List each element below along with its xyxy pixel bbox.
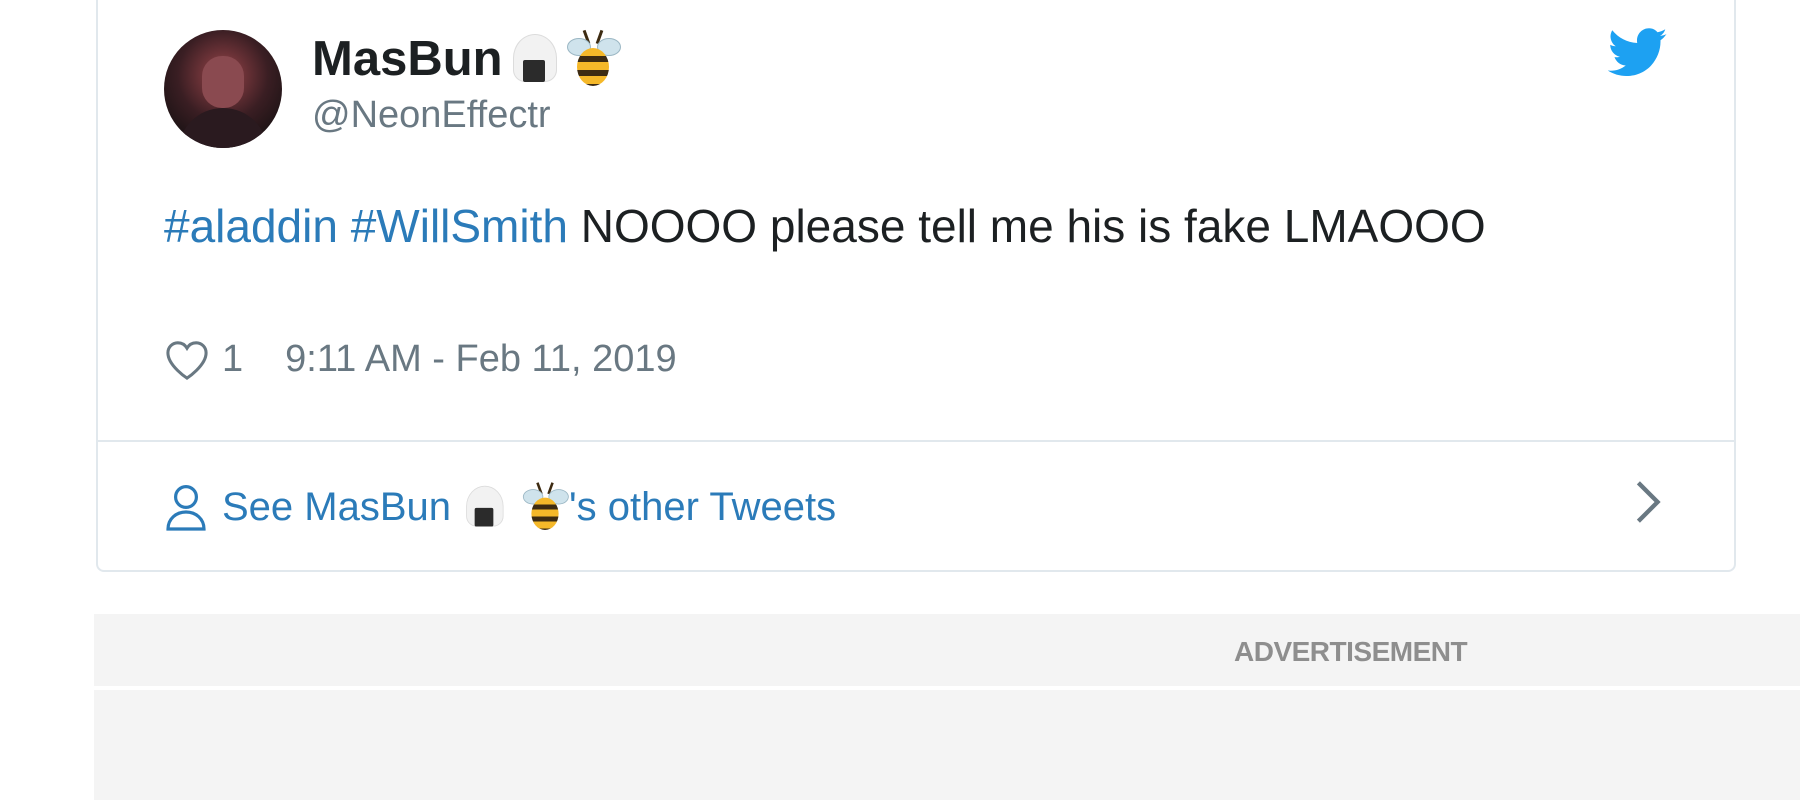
other-tweets-suffix[interactable]: 's other Tweets	[569, 485, 836, 530]
card-divider	[98, 440, 1734, 442]
onigiri-emoji-icon	[511, 34, 557, 84]
advertisement-area: ADVERTISEMENT	[94, 614, 1800, 800]
twitter-bird-icon[interactable]	[1608, 28, 1668, 78]
bee-emoji-icon	[565, 29, 621, 88]
hashtag-link[interactable]: #aladdin	[164, 200, 338, 252]
tweet-timestamp[interactable]: 9:11 AM - Feb 11, 2019	[285, 338, 677, 381]
heart-icon[interactable]	[164, 339, 210, 381]
chevron-right-icon[interactable]	[1628, 478, 1668, 526]
author-name[interactable]: MasBun	[312, 29, 621, 88]
ad-divider	[94, 686, 1800, 690]
see-other-tweets-link[interactable]: See MasBun 's other Tweets	[164, 478, 836, 536]
hashtag-link[interactable]: #WillSmith	[351, 200, 568, 252]
tweet-body: NOOOO please tell me his is fake LMAOOO	[580, 200, 1486, 252]
tweet-text: #aladdin #WillSmith NOOOO please tell me…	[164, 194, 1614, 258]
person-icon	[166, 485, 206, 531]
tweet-meta: 1 9:11 AM - Feb 11, 2019	[164, 338, 677, 381]
like-count[interactable]: 1	[222, 338, 243, 381]
tweet-embed-card: MasBun @NeonEffectr #aladdin #WillSmith …	[96, 0, 1736, 572]
avatar[interactable]	[164, 30, 282, 148]
other-tweets-prefix[interactable]: See MasBun	[222, 485, 451, 530]
display-name-text[interactable]: MasBun	[312, 31, 503, 87]
author-handle[interactable]: @NeonEffectr	[312, 94, 551, 137]
onigiri-emoji-icon	[464, 485, 504, 529]
advertisement-label: ADVERTISEMENT	[1234, 636, 1468, 667]
bee-emoji-icon	[521, 482, 569, 531]
